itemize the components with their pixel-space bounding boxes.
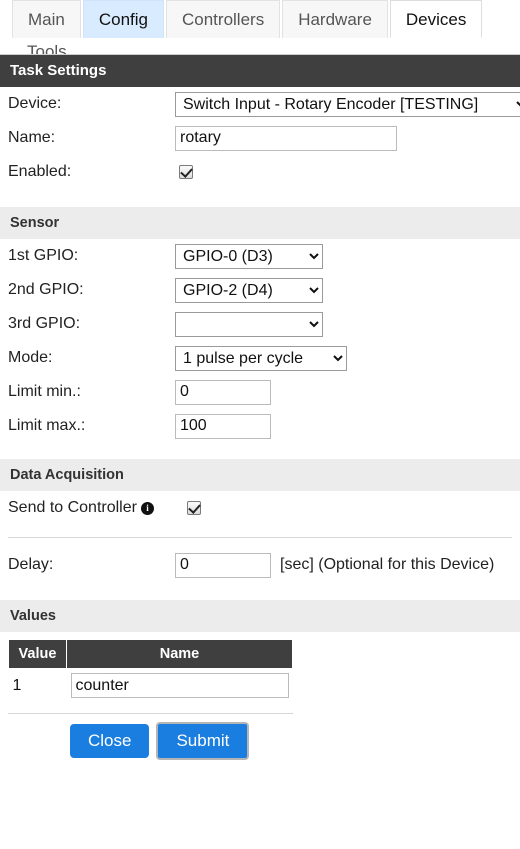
value-name-input[interactable] bbox=[70, 673, 289, 698]
gpio3-select[interactable] bbox=[175, 311, 323, 337]
row-mode: Mode: 1 pulse per cycle bbox=[0, 341, 520, 375]
device-select[interactable]: Switch Input - Rotary Encoder [TESTING] bbox=[175, 91, 520, 117]
tab-devices[interactable]: Devices bbox=[389, 0, 483, 38]
gpio2-label: 2nd GPIO: bbox=[8, 281, 84, 298]
row-enabled: Enabled: bbox=[0, 155, 520, 189]
value-index-cell: 1 bbox=[12, 676, 22, 694]
close-button[interactable]: Close bbox=[70, 724, 150, 758]
mode-label: Mode: bbox=[8, 349, 53, 366]
section-header-task-settings: Task Settings bbox=[0, 55, 520, 87]
delay-label: Delay: bbox=[8, 556, 54, 573]
gpio1-label: 1st GPIO: bbox=[8, 247, 79, 264]
table-row: 1 bbox=[9, 668, 293, 703]
row-limit-max: Limit max.: bbox=[0, 409, 520, 443]
row-gpio3: 3rd GPIO: bbox=[0, 307, 520, 341]
row-gpio1: 1st GPIO: GPIO-0 (D3) bbox=[0, 239, 520, 273]
row-delay: Delay: [sec] (Optional for this Device) bbox=[0, 548, 520, 582]
tab-controllers[interactable]: Controllers bbox=[166, 0, 281, 38]
tab-tools[interactable]: Tools bbox=[12, 38, 82, 54]
enabled-label: Enabled: bbox=[8, 163, 72, 180]
info-icon[interactable]: i bbox=[140, 502, 154, 515]
enabled-checkbox[interactable] bbox=[179, 165, 193, 179]
task-config-form: Task Settings Device: Switch Input - Rot… bbox=[0, 55, 520, 758]
divider-buttons bbox=[8, 713, 293, 714]
gpio1-select[interactable]: GPIO-0 (D3) bbox=[175, 243, 323, 269]
send-to-controller-checkbox[interactable] bbox=[187, 501, 201, 515]
row-limit-min: Limit min.: bbox=[0, 375, 520, 409]
limit-max-input[interactable] bbox=[175, 413, 271, 439]
name-label: Name: bbox=[8, 129, 56, 146]
tab-list: Main Config Controllers Hardware Devices bbox=[0, 0, 520, 38]
section-header-data-acquisition: Data Acquisition bbox=[0, 459, 520, 491]
send-to-controller-label-wrap: Send to Controller i bbox=[8, 498, 183, 518]
gpio2-select[interactable]: GPIO-2 (D4) bbox=[175, 277, 323, 303]
section-header-sensor: Sensor bbox=[0, 207, 520, 239]
mode-select[interactable]: 1 pulse per cycle bbox=[175, 345, 347, 371]
row-name: Name: bbox=[0, 121, 520, 155]
limit-min-input[interactable] bbox=[175, 379, 271, 405]
section-header-values: Values bbox=[0, 600, 520, 632]
divider-delay bbox=[8, 537, 512, 538]
values-table: Value Name 1 bbox=[8, 640, 293, 703]
table-header-row: Value Name bbox=[8, 640, 293, 668]
name-input[interactable] bbox=[175, 125, 397, 151]
tab-config[interactable]: Config bbox=[82, 0, 164, 38]
form-actions: Close Submit bbox=[0, 724, 520, 758]
tab-navigation: Main Config Controllers Hardware Devices… bbox=[0, 0, 520, 55]
column-header-name: Name bbox=[66, 640, 293, 668]
delay-input[interactable] bbox=[175, 552, 271, 578]
tab-main[interactable]: Main bbox=[12, 0, 81, 38]
submit-button[interactable]: Submit bbox=[158, 724, 248, 758]
limit-max-label: Limit max.: bbox=[8, 417, 86, 434]
limit-min-label: Limit min.: bbox=[8, 383, 81, 400]
device-label: Device: bbox=[8, 95, 62, 112]
tab-hardware[interactable]: Hardware bbox=[282, 0, 388, 38]
delay-suffix-text: [sec] (Optional for this Device) bbox=[280, 556, 495, 573]
row-gpio2: 2nd GPIO: GPIO-2 (D4) bbox=[0, 273, 520, 307]
send-to-controller-label: Send to Controller bbox=[8, 499, 137, 516]
row-send-to-controller: Send to Controller i bbox=[0, 491, 520, 525]
gpio3-label: 3rd GPIO: bbox=[8, 315, 81, 332]
value-name-cell bbox=[67, 668, 293, 703]
column-header-value: Value bbox=[8, 640, 67, 668]
row-device: Device: Switch Input - Rotary Encoder [T… bbox=[0, 87, 520, 121]
